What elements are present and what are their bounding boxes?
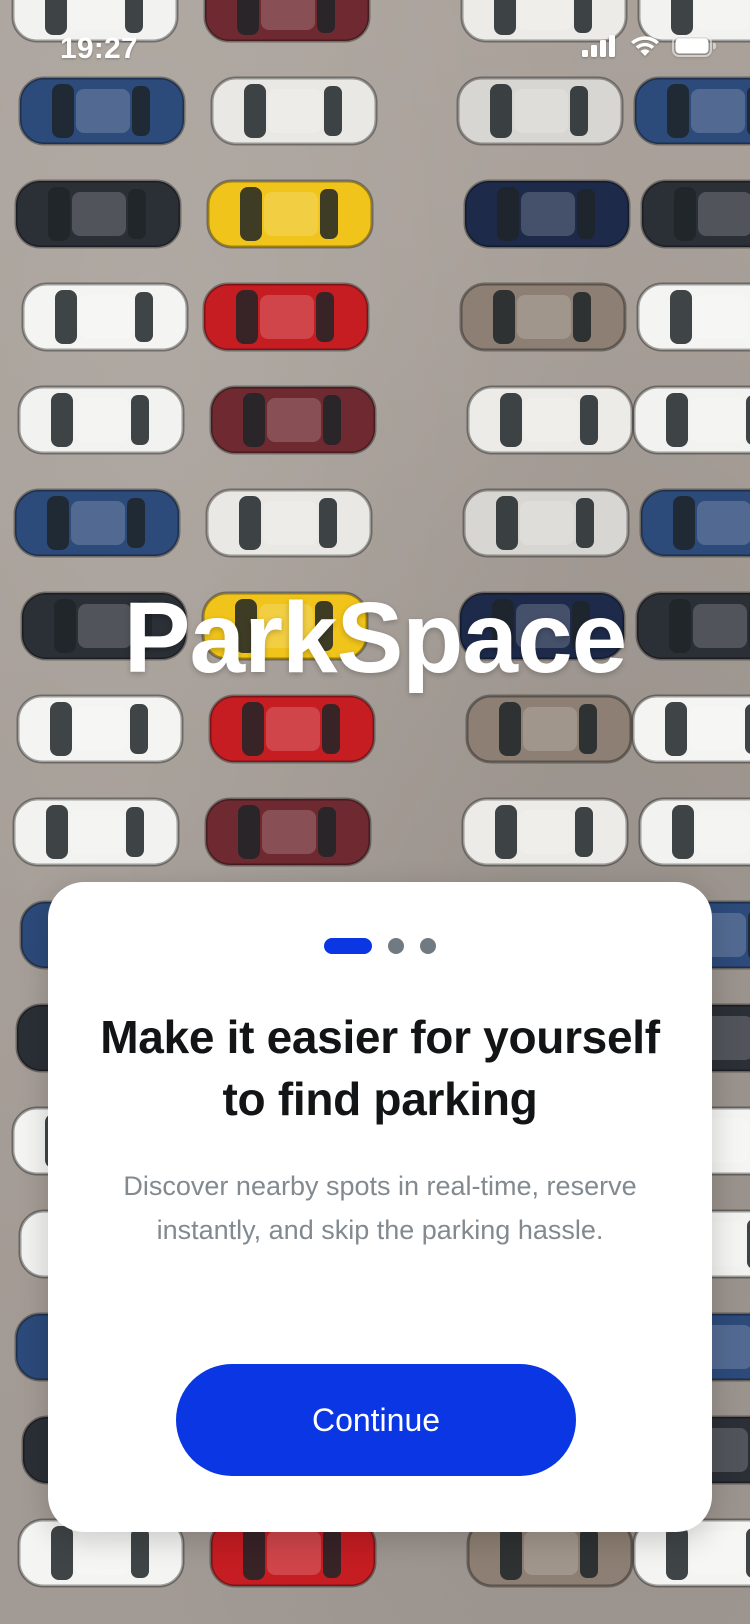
parked-car: [631, 694, 750, 764]
parked-car: [463, 179, 631, 249]
parked-car: [632, 385, 750, 455]
parked-car: [465, 694, 633, 764]
battery-icon: [672, 34, 717, 62]
parked-car: [636, 282, 750, 352]
parked-car: [638, 797, 750, 867]
parked-car: [12, 797, 180, 867]
wifi-icon: [630, 35, 660, 62]
parked-car: [462, 488, 630, 558]
parked-car: [466, 385, 634, 455]
page-indicator-dot[interactable]: [388, 938, 404, 954]
status-icons: [582, 33, 717, 63]
parked-car: [202, 282, 370, 352]
parked-car: [16, 694, 184, 764]
page-indicator: [48, 938, 712, 954]
parked-car: [13, 488, 181, 558]
page-indicator-dot-active[interactable]: [324, 938, 372, 954]
app-title: ParkSpace: [123, 582, 627, 694]
signal-icon: [582, 34, 618, 62]
parked-car: [205, 488, 373, 558]
parked-car: [209, 385, 377, 455]
onboarding-heading: Make it easier for yourself to find park…: [100, 1011, 660, 1125]
status-time: 19:27: [60, 32, 138, 65]
onboarding-description: Discover nearby spots in real-time, rese…: [123, 1171, 637, 1245]
page-indicator-dot[interactable]: [420, 938, 436, 954]
parked-car: [21, 282, 189, 352]
parked-car: [639, 488, 750, 558]
status-bar: 19:27: [0, 0, 750, 96]
parked-car: [640, 179, 750, 249]
parked-car: [461, 797, 629, 867]
parked-car: [14, 179, 182, 249]
parked-car: [459, 282, 627, 352]
parked-car: [208, 694, 376, 764]
continue-button[interactable]: Continue: [176, 1364, 576, 1476]
parked-car: [204, 797, 372, 867]
parked-car: [206, 179, 374, 249]
parked-car: [17, 385, 185, 455]
onboarding-card: Make it easier for yourself to find park…: [48, 882, 712, 1532]
